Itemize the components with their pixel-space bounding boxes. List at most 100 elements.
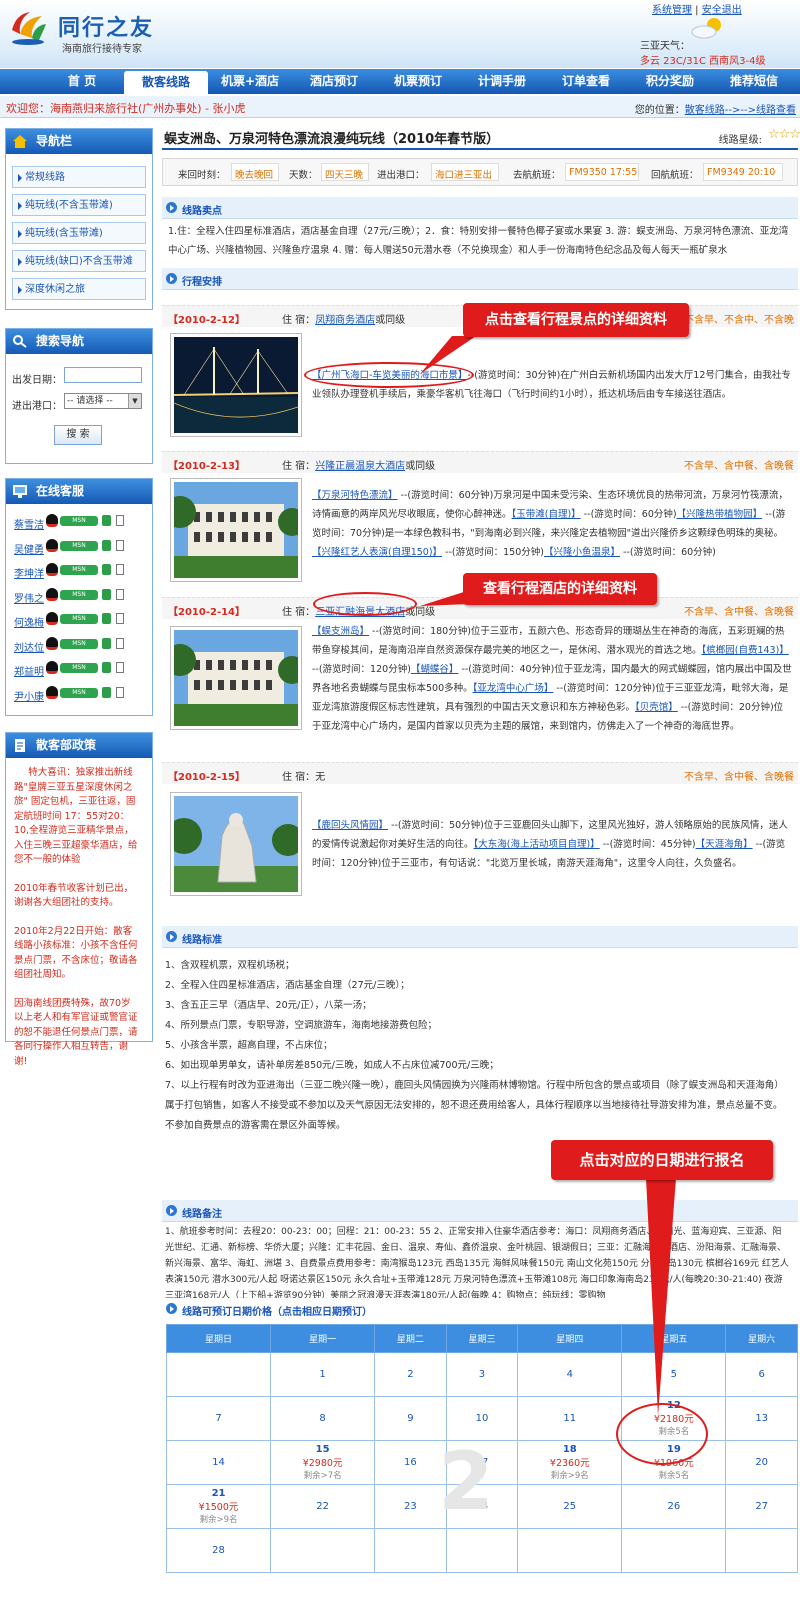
port-select[interactable]: -- 请选择 -- ▼	[64, 393, 142, 409]
calendar-day-cell[interactable]: 6	[725, 1352, 798, 1397]
calendar-day-cell[interactable]: 17	[445, 1440, 519, 1485]
calendar-day-cell[interactable]: 22	[270, 1484, 376, 1529]
calendar-day-cell[interactable]: 3	[445, 1352, 519, 1397]
nav-flight-hotel[interactable]: 机票+酒店	[208, 69, 292, 94]
arrow-bullet-icon	[166, 273, 177, 284]
spot-link[interactable]: 【蝴蝶谷】	[411, 664, 459, 675]
spot-link[interactable]: 【贝壳馆】	[635, 702, 678, 713]
depart-date-input[interactable]	[64, 367, 142, 383]
calendar-day-cell[interactable]: 4	[517, 1352, 623, 1397]
agent-name[interactable]: 罗伟之	[14, 590, 44, 605]
nav-sms[interactable]: 推荐短信	[712, 69, 796, 94]
msn-icon[interactable]: MSN	[60, 589, 98, 600]
policy-panel-header: 散客部政策	[6, 733, 152, 758]
spot-link[interactable]: 【玉带滩(自理)】	[512, 509, 581, 520]
spot-link[interactable]: 【鹿回头风情园】	[312, 820, 388, 831]
spot-link[interactable]: 【天涯海角】	[696, 839, 753, 850]
nav-orders[interactable]: 订单查看	[544, 69, 628, 94]
calendar-day-cell[interactable]: 26	[621, 1484, 727, 1529]
calendar-day-cell[interactable]: 24	[445, 1484, 519, 1529]
msn-icon[interactable]: MSN	[60, 614, 98, 624]
category-regular[interactable]: 常规线路	[12, 166, 146, 188]
spot-link[interactable]: 【蜈支洲岛】	[312, 626, 369, 637]
nav-flight-booking[interactable]: 机票预订	[376, 69, 460, 94]
breadcrumb-path[interactable]: 散客线路-->-->线路查看	[685, 105, 796, 116]
qq-icon[interactable]	[46, 538, 58, 552]
calendar-day-cell[interactable]: 15 ¥2980元 剩余>7名	[270, 1440, 376, 1485]
day-meals: 不含早、含中餐、含晚餐	[684, 461, 794, 472]
standard-item: 1、含双程机票，双程机场税；	[165, 960, 295, 971]
pda-icon	[116, 539, 124, 551]
calendar-weekday-row: 星期日 星期一 星期二 星期三 星期四 星期五 星期六	[165, 1324, 798, 1353]
nav-hotel-booking[interactable]: 酒店预订	[292, 69, 376, 94]
spot-link[interactable]: 【兴隆小鱼温泉】	[544, 547, 620, 558]
spot-link[interactable]: 【大东海(海上活动项目自理)】	[474, 839, 600, 850]
agent-name[interactable]: 吴健勇	[14, 541, 44, 556]
calendar-day-number: 26	[667, 1501, 681, 1512]
nav-tour-routes[interactable]: 散客线路	[124, 71, 208, 94]
agent-name[interactable]: 何逸梅	[14, 614, 44, 629]
agent-name[interactable]: 尹小康	[14, 688, 44, 703]
calendar-day-cell[interactable]: 2	[374, 1352, 447, 1397]
calendar-day-cell[interactable]: 8	[270, 1396, 376, 1441]
category-pure-with-beach[interactable]: 纯玩线(含玉带滩)	[12, 222, 146, 244]
category-leisure[interactable]: 深度休闲之旅	[12, 278, 146, 300]
calendar-day-cell[interactable]: 28	[165, 1528, 272, 1573]
msn-icon[interactable]: MSN	[60, 516, 98, 526]
qq-icon[interactable]	[46, 661, 58, 674]
calendar-day-number: 25	[563, 1501, 577, 1512]
agent-name[interactable]: 郑益明	[14, 663, 44, 678]
spot-link[interactable]: 【兴隆热带植物园】	[677, 509, 763, 520]
calendar-day-cell[interactable]: 7	[165, 1396, 272, 1441]
msn-icon[interactable]: MSN	[60, 687, 98, 698]
calendar-day-cell[interactable]: 23	[374, 1484, 447, 1529]
qq-icon[interactable]	[46, 563, 58, 576]
calendar-day-cell[interactable]: 16	[374, 1440, 447, 1485]
calendar-day-cell[interactable]: 27	[725, 1484, 798, 1529]
calendar-day-cell[interactable]: 5	[621, 1352, 727, 1397]
qq-icon[interactable]	[46, 685, 58, 699]
calendar-day-cell[interactable]: 20	[725, 1440, 798, 1485]
nav-operator-manual[interactable]: 计调手册	[460, 69, 544, 94]
calendar-day-cell[interactable]: 25	[517, 1484, 623, 1529]
spot-link[interactable]: 【兴隆红艺人表演(自理150)】	[312, 547, 442, 558]
spot-link[interactable]: 【万泉河特色漂流】	[312, 490, 398, 501]
logout-link[interactable]: 安全退出	[702, 5, 742, 16]
system-admin-link[interactable]: 系统管理	[652, 5, 692, 16]
qq-icon[interactable]	[46, 587, 58, 601]
category-pure-gap[interactable]: 纯玩线(缺口)不含玉带滩	[12, 250, 146, 272]
msn-icon[interactable]: MSN	[60, 565, 98, 575]
calendar-day-cell[interactable]: 14	[165, 1440, 272, 1485]
standard-item: 6、如出现单男单女，请补单房差850元/三晚，如成人不占床位减700元/三晚；	[165, 1060, 499, 1071]
agent-name[interactable]: 刘达位	[14, 639, 44, 654]
agent-name[interactable]: 李坤洋	[14, 565, 44, 580]
day-meals: 不含早、不含中、不含晚	[684, 315, 794, 326]
calendar-day-cell[interactable]: 11	[517, 1396, 623, 1441]
logo-icon	[12, 12, 46, 45]
calendar-day-number: 18	[562, 1444, 577, 1455]
info-key: 回航航班：	[651, 170, 699, 181]
service-panel-title: 在线客服	[36, 484, 85, 498]
qq-icon[interactable]	[46, 636, 58, 650]
nav-points[interactable]: 积分奖励	[628, 69, 712, 94]
calendar-day-cell[interactable]: 10	[445, 1396, 519, 1441]
msn-icon[interactable]: MSN	[60, 638, 98, 649]
calendar-day-cell[interactable]: 1	[270, 1352, 376, 1397]
calendar-day-cell[interactable]: 18 ¥2360元 剩余>9名	[517, 1440, 623, 1485]
qq-icon[interactable]	[46, 612, 58, 625]
calendar-day-cell[interactable]: 13	[725, 1396, 798, 1441]
calendar-day-number: 16	[404, 1457, 417, 1468]
calendar-day-cell[interactable]: 21 ¥1500元 剩余>9名	[165, 1484, 272, 1529]
qq-icon[interactable]	[46, 514, 58, 527]
spot-link[interactable]: 【亚龙湾中心广场】	[473, 683, 554, 694]
msn-icon[interactable]: MSN	[60, 540, 98, 551]
nav-home[interactable]: 首 页	[40, 69, 124, 94]
agent-name[interactable]: 蔡雪洁	[14, 516, 44, 531]
msn-icon[interactable]: MSN	[60, 663, 98, 673]
spot-link[interactable]: 【槟榔园(自费143)】	[702, 645, 789, 656]
hotel-link[interactable]: 兴隆正晨温泉大酒店	[315, 461, 405, 472]
calendar-day-cell[interactable]: 9	[374, 1396, 447, 1441]
search-button[interactable]: 搜 索	[54, 425, 102, 445]
category-pure-no-beach[interactable]: 纯玩线(不含玉带滩)	[12, 194, 146, 216]
hotel-link[interactable]: 凤翔商务酒店	[315, 315, 375, 326]
